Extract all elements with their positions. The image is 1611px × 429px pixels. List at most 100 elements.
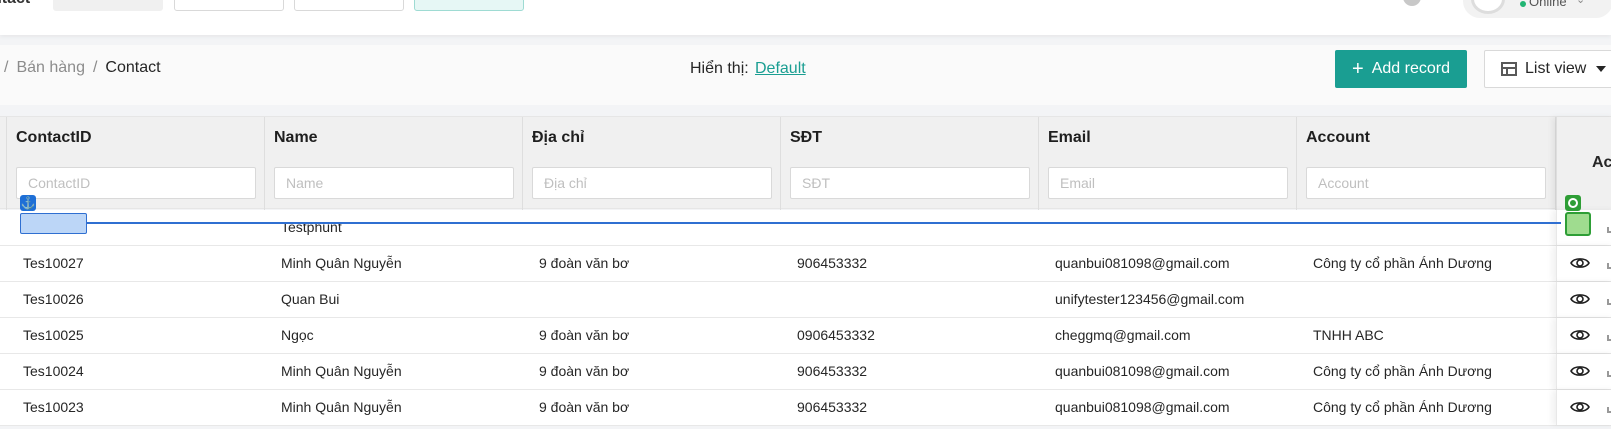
cell-name: Minh Quân Nguyễn bbox=[281, 255, 402, 271]
edit-icon[interactable] bbox=[1607, 227, 1611, 233]
column-header-label: ContactID bbox=[16, 129, 92, 146]
breadcrumb-separator: / bbox=[92, 59, 98, 76]
column-header-label: Email bbox=[1048, 129, 1091, 146]
cell-account: Công ty cổ phần Ánh Dương bbox=[1313, 255, 1492, 271]
list-view-label: List view bbox=[1525, 60, 1587, 77]
cell-contactid: Tes10023 bbox=[23, 399, 84, 415]
cell-contactid: Tes10025 bbox=[23, 327, 84, 343]
cell-name: Minh Quân Nguyễn bbox=[281, 399, 402, 415]
target-highlight bbox=[1565, 212, 1591, 236]
cell-address: 9 đoàn văn bơ bbox=[539, 255, 630, 271]
chevron-down-icon: ⌄ bbox=[1576, 0, 1586, 6]
cell-name: Minh Quân Nguyễn bbox=[281, 363, 402, 379]
column-email: Email bbox=[1039, 117, 1297, 210]
row-actions bbox=[1556, 354, 1611, 389]
plus-icon: + bbox=[1352, 58, 1364, 80]
column-header-label: Account bbox=[1306, 129, 1370, 146]
top-tab-1[interactable] bbox=[53, 0, 163, 11]
cell-phone: 906453332 bbox=[797, 399, 868, 415]
top-tab-4[interactable] bbox=[414, 0, 524, 11]
cell-account: TNHH ABC bbox=[1313, 327, 1384, 343]
page-toolbar: / Bán hàng / Contact Hiển thị: Default +… bbox=[0, 45, 1611, 105]
column-contactid: ContactID bbox=[7, 117, 265, 210]
edit-icon[interactable] bbox=[1607, 371, 1611, 377]
table-row[interactable]: Tes10026 Quan Bui unifytester123456@gmail.… bbox=[0, 282, 1611, 318]
add-record-button[interactable]: + Add record bbox=[1335, 50, 1467, 88]
phone-filter-input[interactable] bbox=[790, 167, 1030, 199]
display-mode-label: Hiển thị: bbox=[690, 60, 749, 77]
eye-icon[interactable] bbox=[1570, 328, 1590, 342]
table-row[interactable]: Tes10027 Minh Quân Nguyễn 9 đoàn văn bơ 906… bbox=[0, 246, 1611, 282]
table-header: ContactID Name Địa chỉ SĐT Email Account… bbox=[0, 116, 1611, 210]
row-actions bbox=[1556, 282, 1611, 317]
column-name: Name bbox=[265, 117, 523, 210]
address-filter-input[interactable] bbox=[532, 167, 772, 199]
cell-email: quanbui081098@gmail.com bbox=[1055, 399, 1230, 415]
breadcrumb-item-ban-hang[interactable]: Bán hàng bbox=[16, 59, 85, 77]
edit-icon[interactable] bbox=[1607, 299, 1611, 305]
row-actions bbox=[1556, 318, 1611, 353]
list-view-dropdown[interactable]: List view bbox=[1484, 50, 1611, 88]
notification-bell-icon[interactable] bbox=[1403, 0, 1421, 6]
cell-name: Ngọc bbox=[281, 327, 314, 343]
edit-icon[interactable] bbox=[1607, 407, 1611, 413]
cell-contactid: Tes10027 bbox=[23, 255, 84, 271]
eye-icon[interactable] bbox=[1570, 292, 1590, 306]
user-status: Online bbox=[1529, 0, 1567, 9]
table-row[interactable]: Tes10023 Minh Quân Nguyễn 9 đoàn văn bơ 906… bbox=[0, 390, 1611, 426]
add-record-label: Add record bbox=[1371, 60, 1450, 77]
app-title: ntact bbox=[0, 0, 30, 8]
breadcrumb: / Bán hàng / Contact bbox=[4, 59, 161, 77]
online-status-dot-icon bbox=[1520, 1, 1526, 7]
column-address: Địa chỉ bbox=[523, 117, 781, 210]
column-header-label: SĐT bbox=[790, 129, 822, 146]
user-menu[interactable]: Online ⌄ bbox=[1463, 0, 1611, 18]
target-icon bbox=[1565, 195, 1581, 211]
cell-email: cheggmq@gmail.com bbox=[1055, 327, 1191, 343]
contactid-filter-input[interactable] bbox=[16, 167, 256, 199]
cell-contactid: Tes10024 bbox=[23, 363, 84, 379]
anchor-icon: ⚓ bbox=[20, 195, 36, 211]
table-row[interactable]: Tes10024 Minh Quân Nguyễn 9 đoàn văn bơ 906… bbox=[0, 354, 1611, 390]
column-header-label: Name bbox=[274, 129, 318, 146]
cell-contactid: Tes10026 bbox=[23, 291, 84, 307]
eye-icon[interactable] bbox=[1570, 364, 1590, 378]
eye-icon[interactable] bbox=[1570, 400, 1590, 414]
row-actions bbox=[1556, 390, 1611, 425]
column-header-label: Địa chỉ bbox=[532, 129, 585, 146]
cell-phone: 906453332 bbox=[797, 255, 868, 271]
breadcrumb-separator: / bbox=[4, 59, 9, 76]
eye-icon[interactable] bbox=[1570, 256, 1590, 270]
avatar bbox=[1471, 0, 1505, 14]
cell-address: 9 đoàn văn bơ bbox=[539, 363, 630, 379]
edit-icon[interactable] bbox=[1607, 263, 1611, 269]
cell-account: Công ty cổ phần Ánh Dương bbox=[1313, 363, 1492, 379]
cell-address: 9 đoàn văn bơ bbox=[539, 327, 630, 343]
table-grid-icon bbox=[1501, 62, 1517, 76]
column-phone: SĐT bbox=[781, 117, 1039, 210]
cell-name: Quan Bui bbox=[281, 291, 340, 307]
breadcrumb-item-contact: Contact bbox=[105, 59, 161, 76]
account-filter-input[interactable] bbox=[1306, 167, 1546, 199]
row-actions bbox=[1556, 246, 1611, 281]
name-filter-input[interactable] bbox=[274, 167, 514, 199]
table-row[interactable]: Tes10028Testphunt bbox=[0, 210, 1611, 246]
cell-account: Công ty cổ phần Ánh Dương bbox=[1313, 399, 1492, 415]
top-header: ntact Online ⌄ bbox=[0, 0, 1611, 35]
edit-icon[interactable] bbox=[1607, 335, 1611, 341]
display-mode-link[interactable]: Default bbox=[755, 60, 806, 78]
top-tab-3[interactable] bbox=[294, 0, 404, 11]
cell-email: quanbui081098@gmail.com bbox=[1055, 255, 1230, 271]
top-tab-2[interactable] bbox=[174, 0, 284, 11]
column-header-label: Ac bbox=[1592, 154, 1611, 171]
column-account: Account bbox=[1297, 117, 1556, 210]
cell-email: unifytester123456@gmail.com bbox=[1055, 291, 1245, 307]
header-spacer bbox=[0, 117, 7, 210]
selection-highlight bbox=[20, 213, 87, 234]
selection-connector-line bbox=[87, 222, 1561, 224]
email-filter-input[interactable] bbox=[1048, 167, 1288, 199]
cell-phone: 906453332 bbox=[797, 363, 868, 379]
cell-phone: 0906453332 bbox=[797, 327, 875, 343]
cell-email: quanbui081098@gmail.com bbox=[1055, 363, 1230, 379]
table-row[interactable]: Tes10025 Ngọc 9 đoàn văn bơ 0906453332 chegg… bbox=[0, 318, 1611, 354]
